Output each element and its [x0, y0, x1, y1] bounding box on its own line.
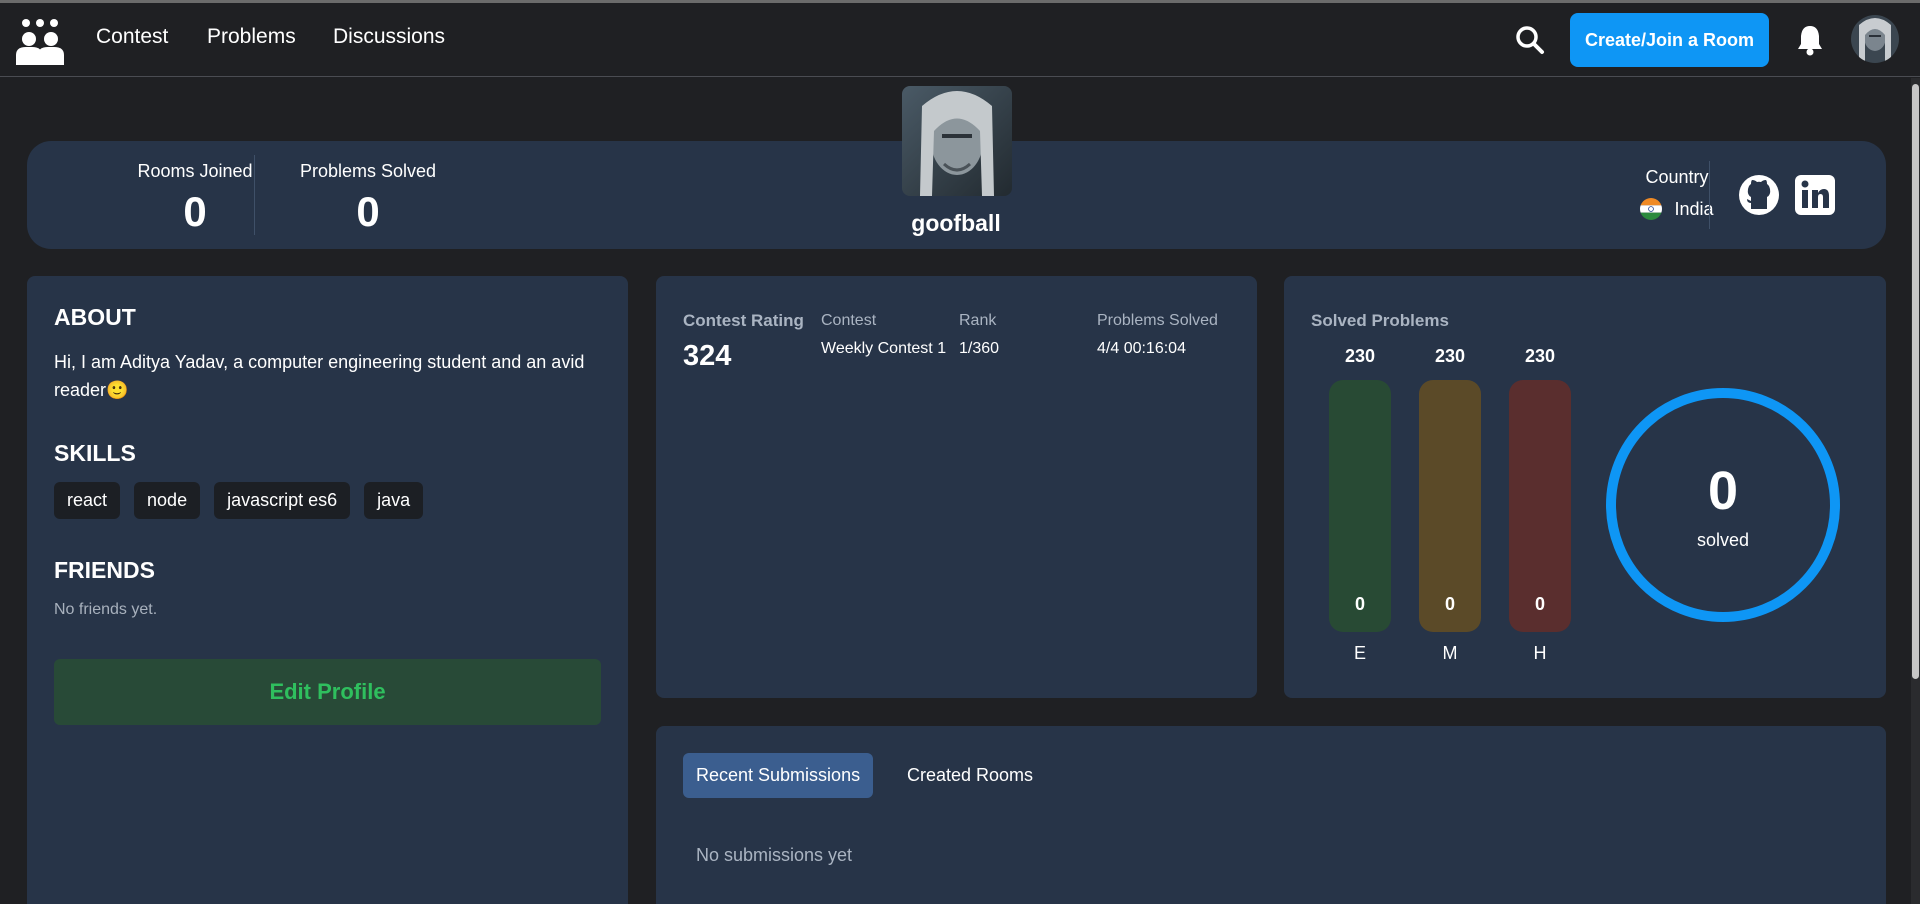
country-label: Country	[1645, 167, 1709, 187]
problems-solved-column-header: Problems Solved	[1097, 312, 1218, 329]
github-icon[interactable]	[1737, 173, 1781, 217]
solved-problems-card: Solved Problems 230 0 E 230 0 M 230 0 H …	[1284, 276, 1886, 698]
solved-total-value: 0	[1707, 461, 1739, 521]
about-title: ABOUT	[54, 304, 136, 330]
skills-title: SKILLS	[54, 440, 136, 466]
rank-column-header: Rank	[959, 312, 997, 329]
edit-profile-button[interactable]: Edit Profile	[54, 659, 601, 725]
medium-total: 230	[1434, 346, 1466, 366]
problems-solved-value: 0	[356, 188, 380, 235]
friends-empty-text: No friends yet.	[54, 601, 158, 618]
about-text: Hi, I am Aditya Yadav, a computer engine…	[54, 352, 585, 400]
rooms-joined-label: Rooms Joined	[137, 161, 253, 181]
problems-solved-stat: Problems Solved 0	[283, 161, 453, 236]
skill-chip: java	[364, 482, 424, 519]
easy-total: 230	[1344, 346, 1376, 366]
contest-column-header: Contest	[821, 312, 877, 329]
country-info: Country India	[1625, 167, 1729, 220]
medium-count: 0	[1444, 594, 1455, 614]
logo-icon[interactable]	[14, 17, 66, 65]
search-icon[interactable]	[1515, 25, 1545, 55]
easy-label: E	[1353, 643, 1366, 663]
submissions-empty-text: No submissions yet	[696, 845, 853, 865]
contest-rating-label: Contest Rating	[683, 311, 804, 330]
contest-rating-card: Contest Rating 324 Contest Rank Problems…	[656, 276, 1257, 698]
skill-chip: node	[134, 482, 201, 519]
about-card: ABOUT Hi, I am Aditya Yadav, a computer …	[27, 276, 628, 904]
bell-icon[interactable]	[1796, 24, 1824, 56]
navbar: Contest Problems Discussions Create/Join…	[0, 3, 1920, 77]
problems-solved-label: Problems Solved	[299, 161, 437, 181]
solved-total-label: solved	[1696, 530, 1750, 550]
contest-rating-value: 324	[683, 340, 732, 372]
username: goofball	[911, 210, 1001, 236]
contest-solved-cell: 4/4 00:16:04	[1097, 340, 1186, 357]
stat-divider	[254, 155, 255, 235]
social-divider	[1709, 161, 1710, 229]
nav-problems-link[interactable]: Problems	[207, 25, 296, 49]
nav-contest-link[interactable]: Contest	[96, 25, 168, 49]
solved-ring: 0 solved	[1606, 388, 1840, 622]
rooms-joined-stat: Rooms Joined 0	[107, 161, 283, 236]
user-avatar[interactable]	[1851, 15, 1899, 63]
contest-rank-cell: 1/360	[959, 340, 1000, 357]
easy-count: 0	[1354, 594, 1365, 614]
linkedin-icon[interactable]	[1793, 173, 1837, 217]
submissions-card: Recent Submissions Created Rooms No subm…	[656, 726, 1886, 904]
skill-chip: react	[54, 482, 121, 519]
skills-list: react node javascript es6 java	[54, 482, 424, 519]
contest-name-cell[interactable]: Weekly Contest 1	[821, 340, 946, 358]
tab-created-rooms[interactable]: Created Rooms	[894, 753, 1046, 798]
scrollbar-thumb[interactable]	[1912, 84, 1919, 679]
medium-label: M	[1442, 643, 1458, 663]
india-flag-icon	[1640, 198, 1663, 220]
hard-label: H	[1533, 643, 1547, 663]
solved-problems-title: Solved Problems	[1311, 311, 1449, 330]
hard-total: 230	[1524, 346, 1556, 366]
tab-recent-submissions[interactable]: Recent Submissions	[683, 753, 874, 798]
profile-picture	[902, 86, 1012, 196]
create-join-room-button[interactable]: Create/Join a Room	[1570, 13, 1769, 67]
country-value: India	[1674, 198, 1714, 219]
rooms-joined-value: 0	[183, 188, 207, 235]
nav-discussions-link[interactable]: Discussions	[333, 25, 445, 49]
skill-chip: javascript es6	[214, 482, 351, 519]
hard-count: 0	[1534, 594, 1545, 614]
friends-title: FRIENDS	[54, 557, 155, 583]
